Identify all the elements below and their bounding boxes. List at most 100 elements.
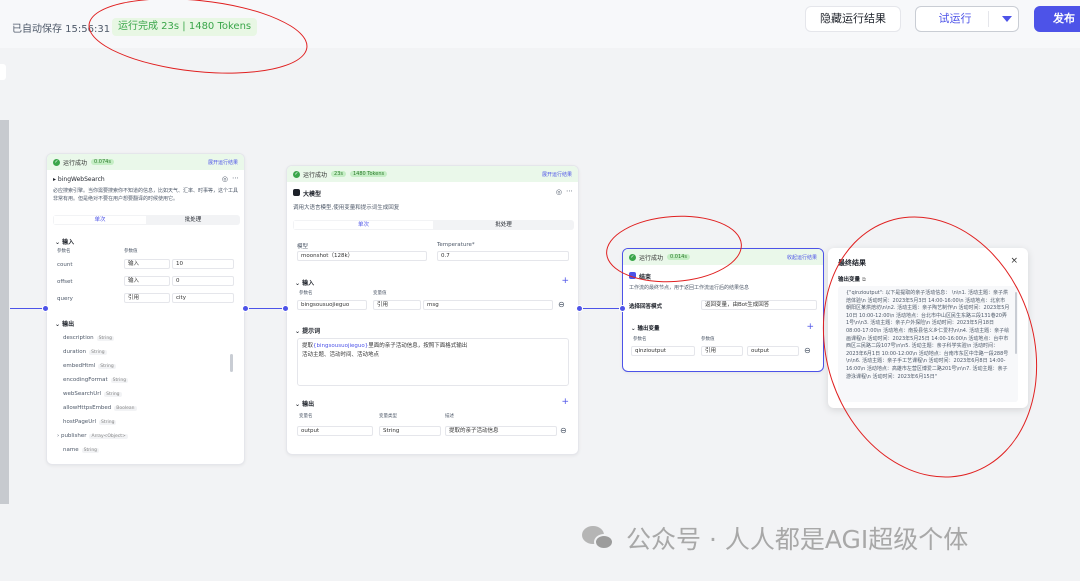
output-description-input[interactable]: 提取的亲子活动信息 xyxy=(445,426,557,436)
output-section-label: ⌄ 输出 xyxy=(295,401,315,408)
add-input-icon[interactable]: + xyxy=(561,276,569,286)
token-badge: 1480 Tokens xyxy=(349,171,388,177)
column-header: 变量名 xyxy=(299,414,313,419)
connector xyxy=(582,308,622,309)
port-dot[interactable] xyxy=(282,305,289,312)
add-var-icon[interactable]: + xyxy=(806,322,814,332)
temperature-label: Temperature* xyxy=(437,242,475,248)
bing-search-node[interactable]: ✓ 运行成功 0.074s 展开运行结果 ▸ bingWebSearch ◎ ⋯ 必应… xyxy=(46,153,245,465)
list-item: name String xyxy=(63,447,100,453)
list-item: embedHtml String xyxy=(63,363,116,369)
column-header: 描述 xyxy=(445,414,454,419)
debug-icon[interactable]: ◎ xyxy=(222,175,228,183)
expand-results-link[interactable]: 展开运行结果 xyxy=(542,171,572,178)
tab-single[interactable]: 单次 xyxy=(54,216,146,224)
model-label: 模型 xyxy=(297,244,309,250)
node-status-bar: ✓ 运行成功 0.074s 展开运行结果 xyxy=(47,154,244,170)
llm-icon xyxy=(293,189,300,196)
expand-results-link[interactable]: 展开运行结果 xyxy=(208,159,238,166)
param-mode-select[interactable]: 输入 xyxy=(124,276,170,286)
port-dot[interactable] xyxy=(576,305,583,312)
output-var-label: ⌄ 输出变量 xyxy=(631,326,660,332)
duration-badge: 23s xyxy=(331,171,346,177)
test-run-button[interactable]: 试运行 xyxy=(915,6,1019,32)
param-name: query xyxy=(57,296,73,302)
column-header: 参数名 xyxy=(299,291,313,296)
collapse-results-link[interactable]: 收起运行结果 xyxy=(787,254,817,261)
node-status-bar: ✓ 运行成功 23s 1480 Tokens 展开运行结果 xyxy=(287,166,578,182)
model-select[interactable]: moonshot（128k） xyxy=(297,251,427,261)
publish-button[interactable]: 发布 xyxy=(1034,6,1080,32)
var-value-select[interactable]: output xyxy=(747,346,799,356)
llm-node[interactable]: ✓ 运行成功 23s 1480 Tokens 展开运行结果 大模型 ◎ ⋯ 调用大语言模… xyxy=(286,165,579,455)
watermark-text: 公众号 · 人人都是AGI超级个体 xyxy=(626,525,969,554)
node-title: ▸ bingWebSearch xyxy=(53,176,105,183)
list-item: encodingFormat String xyxy=(63,377,129,383)
answer-mode-label: 选择回答模式 xyxy=(629,304,663,310)
list-item: › publisher Array<Object> xyxy=(57,433,128,439)
port-dot[interactable] xyxy=(242,305,249,312)
param-value-select[interactable]: city xyxy=(172,293,234,303)
tab-batch[interactable]: 批处理 xyxy=(147,216,239,224)
param-mode-select[interactable]: 输入 xyxy=(124,259,170,269)
success-check-icon: ✓ xyxy=(53,158,60,166)
port-dot[interactable] xyxy=(42,305,49,312)
test-run-label: 试运行 xyxy=(938,12,972,25)
add-output-icon[interactable]: + xyxy=(561,397,569,407)
node-description: 工作流的最终节点，用于返回工作流运行后的结果信息 xyxy=(629,285,750,291)
param-mode-select[interactable]: 引用 xyxy=(124,293,170,303)
output-section-label: ⌄ 输出 xyxy=(55,321,75,328)
prompt-section-label: ⌄ 提示词 xyxy=(295,328,321,335)
status-text: 运行成功 xyxy=(303,171,328,179)
var-name-input[interactable]: qinzioutput xyxy=(631,346,695,356)
list-item: webSearchUrl String xyxy=(63,391,122,397)
annotation-ellipse xyxy=(789,188,1071,506)
param-mode-select[interactable]: 引用 xyxy=(373,300,421,310)
output-type-select[interactable]: String xyxy=(379,426,441,436)
column-header: 参数名 xyxy=(633,337,647,342)
left-panel-edge xyxy=(0,120,9,504)
divider xyxy=(988,11,989,27)
remove-icon[interactable]: ⊖ xyxy=(558,300,565,309)
port-dot[interactable] xyxy=(619,305,626,312)
duration-badge: 0.074s xyxy=(91,159,114,165)
column-header: 变量值 xyxy=(373,291,387,296)
tab-single[interactable]: 单次 xyxy=(294,221,433,229)
remove-icon[interactable]: ⊖ xyxy=(560,426,567,435)
list-item: duration String xyxy=(63,349,107,355)
column-header: 变量类型 xyxy=(379,414,397,419)
watermark: 公众号 · 人人都是AGI超级个体 xyxy=(582,520,968,556)
panel-toggle[interactable] xyxy=(0,64,6,80)
more-icon[interactable]: ⋯ xyxy=(566,187,573,195)
input-section-label: ⌄ 输入 xyxy=(55,239,75,246)
mode-tabs: 单次 批处理 xyxy=(53,215,240,225)
output-name-input[interactable]: output xyxy=(297,426,373,436)
param-value-select[interactable]: msg xyxy=(423,300,553,310)
connector xyxy=(248,308,286,309)
list-item: description String xyxy=(63,335,115,341)
status-text: 运行成功 xyxy=(63,159,88,167)
node-description: 调用大语言模型,使用变量和提示词生成回复 xyxy=(293,205,400,211)
param-value-input[interactable]: 0 xyxy=(172,276,234,286)
hide-results-button[interactable]: 隐藏运行结果 xyxy=(805,6,901,32)
answer-mode-select[interactable]: 返回变量，由Bot生成回答 xyxy=(701,300,817,310)
mode-tabs: 单次 批处理 xyxy=(293,220,574,230)
close-icon[interactable]: × xyxy=(1010,256,1018,266)
success-check-icon: ✓ xyxy=(293,170,300,178)
node-title: 大模型 xyxy=(293,189,321,198)
remove-icon[interactable]: ⊖ xyxy=(804,346,811,355)
debug-icon[interactable]: ◎ xyxy=(556,188,562,196)
param-value-input[interactable]: 10 xyxy=(172,259,234,269)
scrollbar[interactable] xyxy=(230,354,233,372)
column-header: 参数值 xyxy=(124,249,138,254)
connector xyxy=(10,308,46,309)
param-name-input[interactable]: bingsousuojieguo xyxy=(297,300,367,310)
tab-batch[interactable]: 批处理 xyxy=(434,221,573,229)
prompt-editor[interactable]: 提取{bingsousuojieguo}里面的亲子活动信息，按照下面格式输出 活动… xyxy=(297,338,569,386)
var-mode-select[interactable]: 引用 xyxy=(701,346,743,356)
more-icon[interactable]: ⋯ xyxy=(232,174,239,182)
chevron-down-icon[interactable] xyxy=(1002,16,1012,22)
param-name: count xyxy=(57,262,73,268)
temperature-input[interactable]: 0.7 xyxy=(437,251,569,261)
node-description: 必应搜索引擎。当你需要搜索你不知道的信息，比如天气、汇率、时事等，这个工具非常有… xyxy=(53,188,239,202)
